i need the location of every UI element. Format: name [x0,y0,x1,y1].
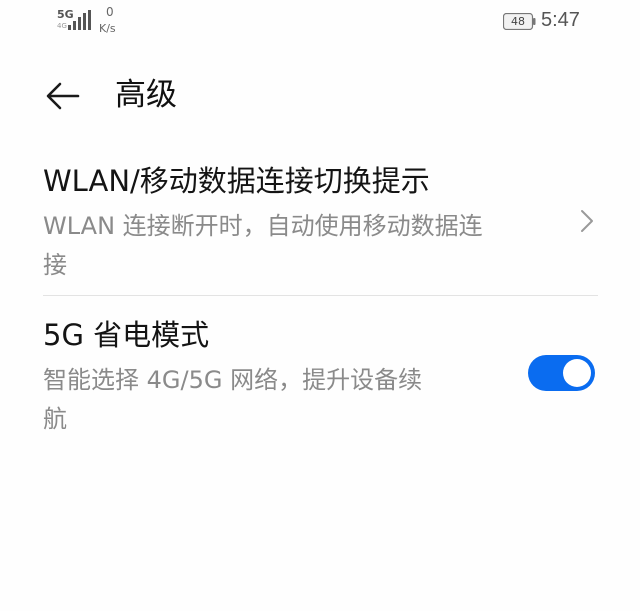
chevron-right-icon [581,210,593,232]
setting-summary-line1: 智能选择 4G/5G 网络，提升设备续 [43,366,423,394]
page-title: 高级 [115,77,177,113]
network-speed-value: 0 [106,5,114,19]
toggle-knob [563,359,591,387]
setting-summary-line2: 航 [43,405,67,433]
5g-power-saving-toggle[interactable] [528,355,595,391]
clock: 5:47 [541,9,580,31]
setting-title: 5G 省电模式 [43,318,210,352]
screen: 5G 4G 0 K/s 48 5:47 高级 WLAN/移动数据连接切换提示 W… [0,0,640,611]
setting-summary-line1: WLAN 连接断开时，自动使用移动数据连 [43,212,483,240]
divider [43,295,598,296]
battery-level-label: 48 [511,15,525,28]
setting-title: WLAN/移动数据连接切换提示 [43,164,430,198]
setting-summary-line2: 接 [43,251,67,279]
network-speed-unit: K/s [99,22,116,35]
arrow-left-icon[interactable] [38,72,86,120]
network-subtype-label: 4G [57,22,67,30]
signal-strength-icon [68,10,91,30]
status-bar: 5G 4G 0 K/s 48 5:47 [0,0,640,44]
setting-wlan-mobile-switch-prompt[interactable]: WLAN/移动数据连接切换提示 WLAN 连接断开时，自动使用移动数据连 接 [0,158,640,288]
